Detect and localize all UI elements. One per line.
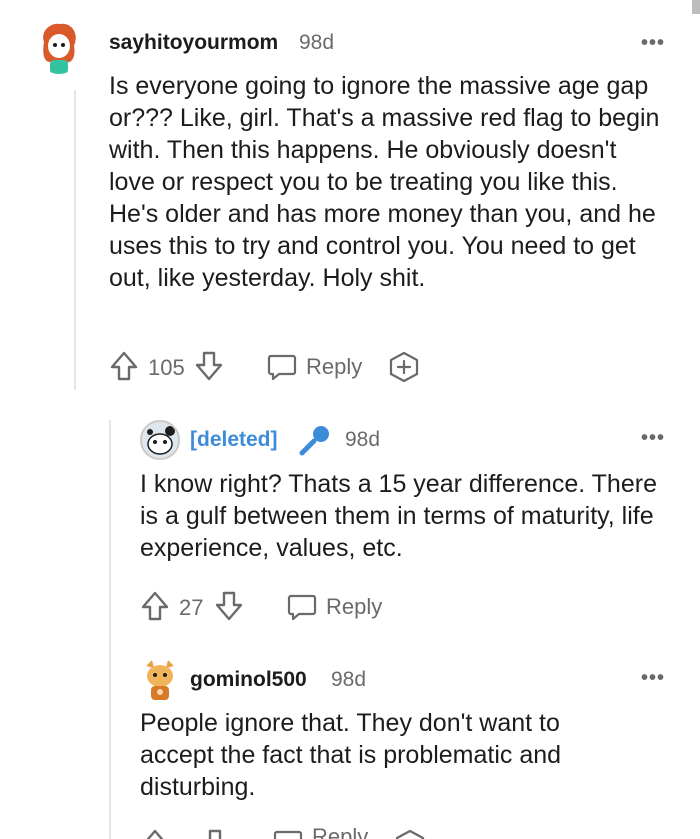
downvote-button[interactable] (194, 350, 224, 382)
reply-button[interactable]: Reply (286, 592, 382, 622)
upvote-button[interactable] (140, 828, 170, 839)
downvote-button[interactable] (200, 828, 230, 839)
more-options-button[interactable]: ••• (641, 33, 665, 53)
upvote-button[interactable] (109, 350, 139, 382)
downvote-icon (215, 591, 243, 621)
user-avatar[interactable] (140, 420, 180, 460)
vote-count: 105 (148, 355, 185, 380)
microphone-icon (298, 423, 332, 462)
user-avatar[interactable] (142, 658, 178, 702)
username[interactable]: sayhitoyourmom (109, 31, 278, 55)
upvote-button[interactable] (140, 590, 170, 622)
username[interactable]: gominol500 (190, 668, 307, 692)
downvote-button[interactable] (214, 590, 244, 622)
comment-body: I know right? Thats a 15 year difference… (140, 470, 657, 562)
reply-label: Reply (312, 828, 368, 839)
reply-button[interactable]: Reply (272, 828, 368, 839)
award-icon (389, 351, 419, 383)
upvote-icon (141, 591, 169, 621)
thread-line[interactable] (109, 420, 111, 839)
reply-icon (267, 354, 297, 381)
upvote-icon (110, 351, 138, 381)
scrollbar-thumb[interactable] (692, 0, 700, 14)
comment-age: 98d (299, 31, 335, 54)
award-icon (395, 829, 425, 839)
comment-body: Is everyone going to ignore the massive … (109, 72, 660, 292)
reply-icon (287, 594, 317, 621)
more-options-button[interactable]: ••• (641, 428, 665, 448)
downvote-icon (208, 829, 222, 839)
upvote-icon (146, 829, 164, 839)
username[interactable]: [deleted] (190, 428, 278, 452)
award-button[interactable] (394, 828, 426, 839)
thread-line[interactable] (74, 90, 76, 390)
comment-age: 98d (345, 428, 381, 451)
vote-count: 27 (179, 595, 204, 620)
comment-age: 98d (331, 668, 367, 691)
user-avatar[interactable] (36, 20, 82, 74)
comment-body: People ignore that. They don't want to a… (140, 709, 562, 801)
award-button[interactable] (388, 350, 420, 384)
reply-label: Reply (306, 354, 363, 379)
reply-icon (273, 830, 303, 839)
downvote-icon (195, 351, 223, 381)
reply-button[interactable]: Reply (266, 352, 362, 382)
more-options-button[interactable]: ••• (641, 668, 665, 688)
reply-label: Reply (326, 594, 383, 619)
